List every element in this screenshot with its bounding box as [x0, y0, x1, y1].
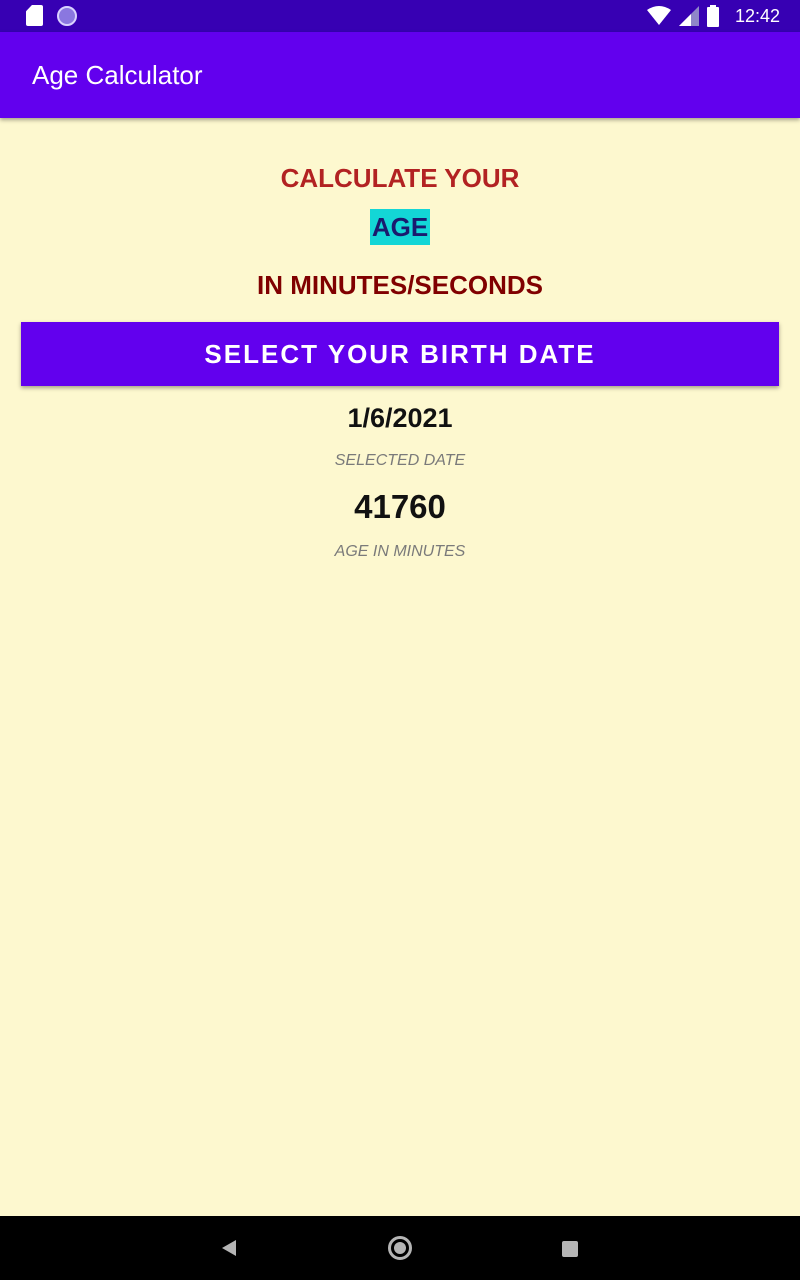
select-birth-date-button[interactable]: SELECT YOUR BIRTH DATE: [21, 322, 779, 386]
age-in-minutes-value: 41760: [354, 488, 446, 525]
heading-line-3: IN MINUTES/SECONDS: [256, 270, 544, 300]
wifi-icon: [646, 6, 671, 25]
battery-icon: [706, 5, 719, 27]
app-bar: Age Calculator: [0, 32, 800, 118]
home-icon[interactable]: [388, 1236, 412, 1260]
back-icon[interactable]: [222, 1240, 236, 1256]
heading-age-wrap: AGE: [0, 209, 800, 245]
age-in-minutes-caption: AGE IN MINUTES: [334, 543, 466, 560]
heading-age-highlight: AGE: [369, 209, 431, 245]
status-bar: 12:42: [0, 0, 800, 32]
sd-card-icon: [26, 5, 43, 26]
heading-line-1: CALCULATE YOUR: [280, 163, 520, 193]
selected-date-value: 1/6/2021: [347, 403, 453, 433]
navigation-bar: [0, 1216, 800, 1280]
app-title: Age Calculator: [32, 60, 203, 90]
recents-icon[interactable]: [562, 1241, 578, 1257]
status-clock: 12:42: [734, 5, 780, 26]
cell-signal-icon: [678, 6, 699, 26]
circle-notification-icon: [57, 5, 77, 26]
selected-date-caption: SELECTED DATE: [334, 452, 466, 469]
